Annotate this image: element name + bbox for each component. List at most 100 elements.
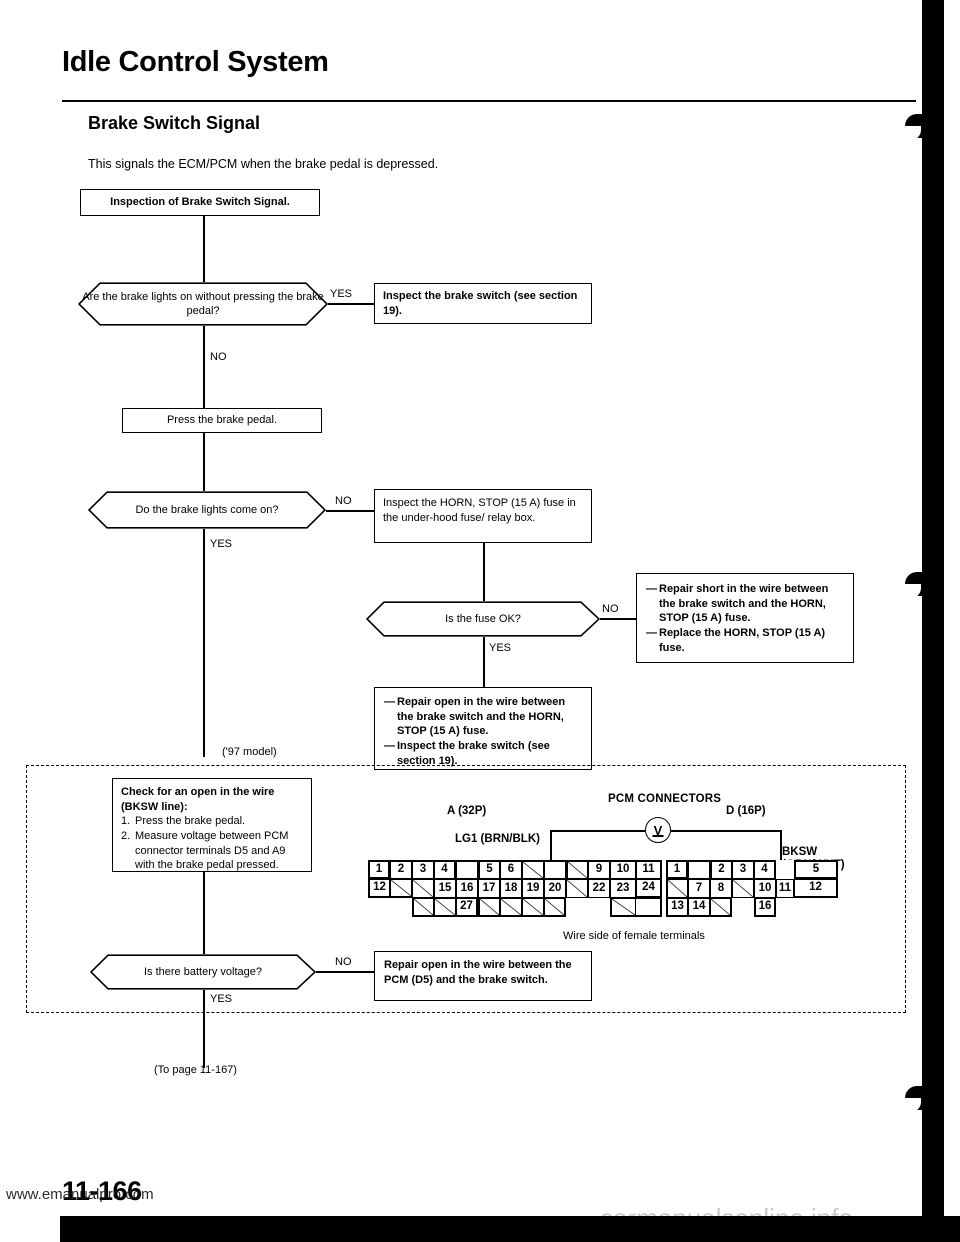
terminal-a-unused xyxy=(522,898,544,917)
terminal-a-15: 15 xyxy=(434,879,456,898)
terminal-a-12: 12 xyxy=(368,879,390,898)
flow-line-q1-no xyxy=(203,326,205,408)
terminal-a-22: 22 xyxy=(588,879,610,898)
title-divider xyxy=(62,100,916,102)
terminal-d-unused xyxy=(666,879,688,898)
terminal-a-unused xyxy=(522,860,544,879)
terminal-a-1: 1 xyxy=(368,860,390,879)
page-title: Idle Control System xyxy=(62,46,329,78)
manual-page: Idle Control System Brake Switch Signal … xyxy=(0,0,960,1242)
pcm-connectors-title: PCM CONNECTORS xyxy=(608,793,722,805)
terminal-a-9: 9 xyxy=(588,860,610,879)
connector-a-label: A (32P) xyxy=(447,805,487,817)
flow-line-q3-yes xyxy=(483,637,485,687)
terminal-d-7: 7 xyxy=(688,879,710,898)
dash-bullet-icon: — xyxy=(384,696,395,708)
flow-label-q1-no: NO xyxy=(210,351,227,363)
terminal-a-6: 6 xyxy=(500,860,522,879)
connector-d-label: D (16P) xyxy=(726,805,766,817)
terminal-a-16: 16 xyxy=(456,879,478,898)
decision-brake-lights-come-on-label: Do the brake lights come on? xyxy=(135,503,279,516)
connector-caption: Wire side of female terminals xyxy=(563,930,705,942)
check-open-wire-box: Check for an open in the wire (BKSW line… xyxy=(112,778,312,872)
decision-brake-lights-on: Are the brake lights on without pressing… xyxy=(78,282,328,326)
terminal-a-unused xyxy=(434,898,456,917)
decision-battery-voltage-label: Is there battery voltage? xyxy=(143,965,262,978)
repair-short-item: — Repair short in the wire between the br… xyxy=(646,583,829,625)
terminal-d-1: 1 xyxy=(666,860,688,879)
scan-bottom-notch xyxy=(0,1216,60,1242)
check-open-heading-line2: (BKSW line): xyxy=(121,800,188,813)
terminal-a-blank xyxy=(456,860,478,879)
terminal-d-12: 12 xyxy=(794,879,838,898)
scan-bottom-edge xyxy=(0,1216,960,1242)
meter-lead-right-horizontal xyxy=(671,830,781,832)
terminal-d-13: 13 xyxy=(666,898,688,917)
terminal-d-11: 11 xyxy=(776,879,794,898)
terminal-a-10: 10 xyxy=(610,860,636,879)
flow-line-checkbox-to-q4 xyxy=(203,872,205,954)
terminal-d-blank xyxy=(688,860,710,879)
decision-fuse-ok-label: Is the fuse OK? xyxy=(445,612,521,625)
press-brake-pedal-box: Press the brake pedal. xyxy=(122,408,322,433)
terminal-d-5: 5 xyxy=(794,860,838,879)
terminal-a-unused xyxy=(478,898,500,917)
flow-line-press-to-q2 xyxy=(203,433,205,491)
terminal-a-unused xyxy=(390,879,412,898)
check-open-step: 2. Measure voltage between PCM connector … xyxy=(121,829,289,872)
terminal-d-8: 8 xyxy=(710,879,732,898)
terminal-a-unused xyxy=(566,860,588,879)
lg1-wire-label: LG1 (BRN/BLK) xyxy=(455,833,540,845)
flow-line-q2-yes xyxy=(203,529,205,757)
repair-open-item: — Repair open in the wire between the bra… xyxy=(384,696,566,738)
terminal-d-unused xyxy=(710,898,732,917)
terminal-a-unused xyxy=(544,898,566,917)
flow-label-q1-yes: YES xyxy=(330,288,353,300)
flow-line-q4-no xyxy=(316,971,374,973)
terminal-d-3: 3 xyxy=(732,860,754,879)
meter-lead-left-vertical xyxy=(550,830,552,860)
meter-lead-right-vertical xyxy=(780,830,782,862)
terminal-a-unused xyxy=(412,879,434,898)
decision-brake-lights-on-label: Are the brake lights on without pressing… xyxy=(82,290,324,317)
terminal-a-17: 17 xyxy=(478,879,500,898)
step-number: 2. xyxy=(121,829,131,842)
terminal-d-16: 16 xyxy=(754,898,776,917)
model-note: ('97 model) xyxy=(222,746,277,758)
terminal-d-gap xyxy=(776,860,794,879)
decision-brake-lights-come-on: Do the brake lights come on? xyxy=(88,491,326,529)
flow-line-q1-yes xyxy=(328,303,374,305)
terminal-a-27: 27 xyxy=(456,898,478,917)
flow-label-q3-yes: YES xyxy=(489,642,512,654)
terminal-a-23: 23 xyxy=(610,879,636,898)
decision-battery-voltage: Is there battery voltage? xyxy=(90,954,316,990)
terminal-d-2: 2 xyxy=(710,860,732,879)
dash-bullet-icon: — xyxy=(646,626,657,639)
flow-label-q4-no: NO xyxy=(335,956,352,968)
flow-label-q4-yes: YES xyxy=(210,993,233,1005)
voltmeter-icon: V xyxy=(645,817,671,843)
inspect-brake-switch-box: Inspect the brake switch (see section 19… xyxy=(374,283,592,324)
voltmeter-dc-bar xyxy=(652,835,664,837)
repair-short-box: — Repair short in the wire between the br… xyxy=(636,573,854,663)
terminal-a-20: 20 xyxy=(544,879,566,898)
bksw-wire-label-line1: BKSW xyxy=(782,846,818,858)
step-number: 1. xyxy=(121,815,131,828)
flow-label-q3-no: NO xyxy=(602,603,619,615)
terminal-a-unused xyxy=(500,898,522,917)
terminal-a-2: 2 xyxy=(390,860,412,879)
terminal-d-10: 10 xyxy=(754,879,776,898)
terminal-a-blank xyxy=(636,898,662,917)
flow-line-q4-yes xyxy=(203,990,205,1068)
check-open-step: 1. Press the brake pedal. xyxy=(121,815,246,828)
repair-open-wire-box: — Repair open in the wire between the bra… xyxy=(374,687,592,770)
terminal-a-unused xyxy=(412,898,434,917)
watermark-left: www.emanualpro.com xyxy=(6,1186,154,1203)
dash-bullet-icon: — xyxy=(646,583,657,595)
terminal-a-unused xyxy=(610,898,636,917)
terminal-a-19: 19 xyxy=(522,879,544,898)
dash-bullet-icon: — xyxy=(384,739,395,752)
section-title: Brake Switch Signal xyxy=(88,113,261,133)
flow-line-q2-no xyxy=(326,510,374,512)
scan-binding-edge xyxy=(922,0,944,1218)
